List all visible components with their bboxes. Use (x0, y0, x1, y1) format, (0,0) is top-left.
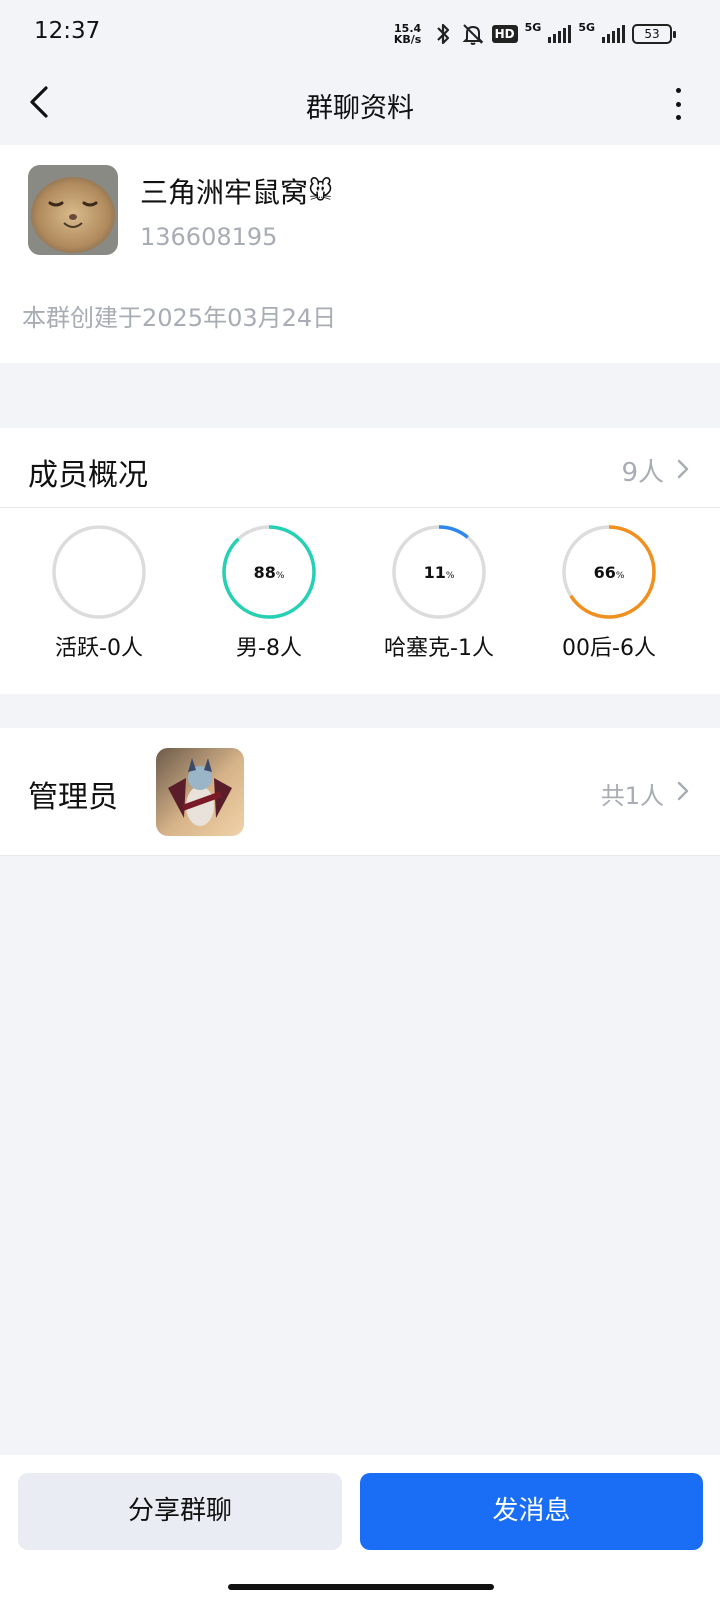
hd-badge: HD (491, 25, 518, 43)
nav-bar: 群聊资料 (0, 64, 720, 142)
signal-5g-label-2: 5G (578, 21, 595, 34)
chevron-right-icon (677, 459, 689, 479)
share-group-button[interactable]: 分享群聊 (18, 1473, 342, 1550)
status-icons: 15.4 KB/s HD 5G 5G 53 (391, 19, 676, 49)
stat-ring (52, 525, 146, 619)
signal-bars-icon (548, 25, 572, 43)
group-name: 三角洲牢鼠窝 🐭 (140, 171, 333, 211)
members-overview-card: 成员概况 9人 活跃-0人 88% 男-8人 11% 哈塞克-1人 66% 00… (0, 428, 720, 694)
net-speed-unit: KB/s (393, 33, 422, 46)
more-vertical-icon[interactable] (666, 84, 690, 124)
stat-region[interactable]: 11% 哈塞克-1人 (354, 508, 524, 694)
battery-icon: 53 (632, 24, 676, 44)
members-title: 成员概况 (28, 458, 148, 493)
stat-label: 活跃-0人 (55, 636, 143, 661)
group-name-text: 三角洲牢鼠窝 (140, 176, 309, 209)
signal-5g-label: 5G (524, 21, 542, 34)
signal-bars-icon-2 (602, 25, 625, 43)
stat-age[interactable]: 66% 00后-6人 (524, 508, 694, 694)
stat-percent: 11% (423, 563, 455, 582)
admin-avatar[interactable] (156, 748, 244, 836)
stat-label: 00后-6人 (562, 636, 656, 661)
members-header[interactable]: 成员概况 9人 (0, 428, 720, 508)
admin-title: 管理员 (28, 780, 118, 815)
status-time: 12:37 (34, 18, 101, 44)
group-info-card: 三角洲牢鼠窝 🐭 136608195 本群创建于2025年03月24日 (0, 145, 720, 363)
bottom-action-bar: 分享群聊 发消息 (0, 1455, 720, 1600)
stat-active[interactable]: 活跃-0人 (14, 508, 184, 694)
home-indicator[interactable] (228, 1584, 494, 1590)
admin-card[interactable]: 管理员 共1人 (0, 728, 720, 856)
admin-count: 共1人 (600, 782, 664, 810)
stat-label: 男-8人 (236, 636, 302, 661)
chevron-right-icon (677, 781, 689, 801)
net-speed: 15.4 KB/s (391, 23, 425, 45)
stat-percent: 66% (593, 563, 625, 582)
bluetooth-icon (436, 23, 449, 45)
members-count: 9人 (621, 458, 664, 488)
status-bar: 12:37 15.4 KB/s HD 5G 5G 53 (0, 0, 720, 64)
group-created-date: 本群创建于2025年03月24日 (22, 304, 337, 332)
stat-percent: 88% (253, 563, 285, 582)
mouse-emoji-icon: 🐭 (308, 177, 334, 205)
stat-male[interactable]: 88% 男-8人 (184, 508, 354, 694)
cat-avatar-image (28, 165, 118, 255)
stat-label: 哈塞克-1人 (384, 636, 494, 661)
admin-avatar-image (156, 748, 244, 836)
page-title: 群聊资料 (306, 93, 414, 124)
group-avatar[interactable] (28, 165, 118, 255)
member-stats: 活跃-0人 88% 男-8人 11% 哈塞克-1人 66% 00后-6人 (0, 508, 720, 694)
mute-bell-icon (462, 24, 484, 45)
send-message-button[interactable]: 发消息 (360, 1473, 703, 1550)
group-id: 136608195 (140, 223, 278, 251)
